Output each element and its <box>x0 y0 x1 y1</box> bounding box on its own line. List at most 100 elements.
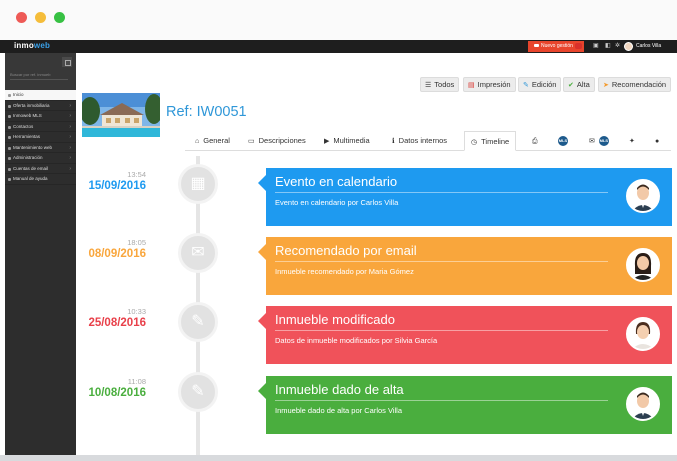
alta-button[interactable]: ✔ Alta <box>563 77 595 92</box>
chevron-right-icon: › <box>69 123 71 130</box>
briefcase-icon[interactable]: ▣ <box>593 42 599 49</box>
minimize-window-button[interactable] <box>35 12 46 23</box>
clock-icon: ◷ <box>471 139 478 146</box>
settings-icon[interactable]: ✲ <box>615 42 620 49</box>
timeline-date: 25/08/2016 <box>88 317 146 329</box>
timeline-time: 10:33 <box>127 307 146 316</box>
inbox-icon: ⎙ <box>532 138 538 145</box>
list-icon: ☰ <box>425 82 432 89</box>
tab-timeline[interactable]: ◷ Timeline <box>464 131 517 151</box>
send-icon: ➤ <box>603 82 609 89</box>
edit-icon: ✎ <box>191 313 205 330</box>
property-tabs: ⌂ General ▭ Descripciones ▶ Multimedia ℹ Dat… <box>185 131 671 151</box>
tab-mls[interactable]: MLS <box>558 131 568 151</box>
chevron-right-icon: › <box>69 102 71 109</box>
mls-icon: MLS <box>558 136 568 147</box>
sidebar-item-inicio[interactable]: Inicio <box>5 90 76 101</box>
reference-search-input[interactable]: Buscar por ref. inmueb <box>10 72 68 80</box>
sidebar-item-oferta[interactable]: Oferta inmobiliaria › <box>5 101 76 111</box>
bottom-edge <box>0 455 677 461</box>
timeline-card[interactable]: Inmueble dado de alta Inmueble dado de a… <box>258 376 672 434</box>
home-icon: ⌂ <box>195 138 200 145</box>
timeline-card-description: Inmueble recomendado por Maria Gómez <box>275 267 414 276</box>
timeline-card-title: Recomendado por email <box>275 243 417 258</box>
timeline-card-description: Inmueble dado de alta por Carlos Villa <box>275 406 403 415</box>
cart-icon[interactable]: ◧ <box>605 42 611 49</box>
app-window: inmoweb Nuevo gestión ▣ ◧ ✲ Carlos Villa… <box>0 0 677 461</box>
sidebar-item-manual[interactable]: Manual de ayuda <box>5 174 76 185</box>
timeline-date: 10/08/2016 <box>88 387 146 399</box>
envelope-icon: ✉ <box>191 244 205 261</box>
timeline-card[interactable]: Recomendado por email Inmueble recomenda… <box>258 237 672 295</box>
tab-multimedia[interactable]: ▶ Multimedia <box>324 131 370 151</box>
timeline-card-description: Evento en calendario por Carlos Villa <box>275 198 399 207</box>
timeline-date: 15/09/2016 <box>88 180 146 192</box>
tab-datos-internos[interactable]: ℹ Datos internos <box>392 131 447 151</box>
property-reference: Ref: IW0051 <box>166 104 247 120</box>
timeline-card-description: Datos de inmueble modificados por Silvia… <box>275 336 438 345</box>
mls-icon: MLS <box>598 136 609 147</box>
sidebar-header: Buscar por ref. inmueb <box>5 53 76 90</box>
edit-icon: ✎ <box>191 383 205 400</box>
user-avatar[interactable] <box>624 42 633 51</box>
chevron-right-icon: › <box>69 165 71 172</box>
pin-icon: ✦ <box>629 138 635 145</box>
sidebar: Buscar por ref. inmueb Inicio Oferta inm… <box>5 53 76 461</box>
tab-inbox[interactable]: ⎙ <box>532 131 542 151</box>
collapse-sidebar-button[interactable] <box>62 57 72 67</box>
sidebar-item-mantenimiento[interactable]: Mantenimiento web › <box>5 143 76 153</box>
timeline-marker: ▦ <box>178 164 218 204</box>
timeline-card-title: Evento en calendario <box>275 174 398 189</box>
print-button[interactable]: ▤ Impresión <box>463 77 516 92</box>
chevron-right-icon: › <box>69 144 71 151</box>
info-icon: ℹ <box>392 138 395 145</box>
avatar <box>626 387 660 421</box>
chevron-right-icon: › <box>69 113 71 119</box>
check-icon: ✔ <box>568 82 574 89</box>
sidebar-item-mls[interactable]: Inmoweb MLS › <box>5 111 76 122</box>
avatar <box>626 317 660 351</box>
close-window-button[interactable] <box>16 12 27 23</box>
timeline-time: 18:05 <box>127 238 146 247</box>
all-button[interactable]: ☰ Todos <box>420 77 460 92</box>
property-thumbnail[interactable] <box>82 93 160 137</box>
sidebar-item-contactos[interactable]: Contactos › <box>5 122 76 132</box>
keyboard-icon: ▭ <box>248 138 255 145</box>
notification-badge[interactable] <box>575 43 582 49</box>
window-chrome <box>0 0 677 40</box>
sidebar-item-email[interactable]: Cuentas de email › <box>5 164 76 174</box>
edit-button[interactable]: ✎ Edición <box>518 77 562 92</box>
sidebar-menu: Inicio Oferta inmobiliaria › Inmoweb MLS ›… <box>5 90 76 185</box>
sidebar-item-herramientas[interactable]: Herramientas › <box>5 132 76 143</box>
timeline-card[interactable]: Inmueble modificado Datos de inmueble mo… <box>258 306 672 364</box>
tab-globe[interactable]: ● <box>655 131 663 151</box>
tab-general[interactable]: ⌂ General <box>195 131 230 151</box>
tab-mls-comments[interactable]: ✉ MLS <box>589 131 609 151</box>
timeline-card-title: Inmueble dado de alta <box>275 382 404 397</box>
timeline-time: 13:54 <box>127 170 146 179</box>
timeline-marker: ✎ <box>178 302 218 342</box>
print-icon: ▤ <box>468 82 475 89</box>
video-icon: ▶ <box>324 138 330 145</box>
calendar-icon: ▦ <box>190 175 206 192</box>
timeline-card-title: Inmueble modificado <box>275 312 395 327</box>
timeline-marker: ✎ <box>178 372 218 412</box>
maximize-window-button[interactable] <box>54 12 65 23</box>
timeline-time: 11:08 <box>127 377 146 386</box>
timeline-card[interactable]: Evento en calendario Evento en calendari… <box>258 168 672 226</box>
timeline-marker: ✉ <box>178 233 218 273</box>
comments-icon: ✉ <box>589 138 595 145</box>
recommend-button[interactable]: ➤ Recomendación <box>598 77 672 92</box>
tab-location[interactable]: ✦ <box>629 131 639 151</box>
timeline-date: 08/09/2016 <box>88 248 146 260</box>
avatar <box>626 248 660 282</box>
edit-icon: ✎ <box>523 82 529 89</box>
logo[interactable]: inmoweb <box>14 41 50 50</box>
chevron-right-icon: › <box>69 155 71 161</box>
sidebar-item-administracion[interactable]: Administración › <box>5 153 76 164</box>
user-name[interactable]: Carlos Villa <box>636 43 661 49</box>
globe-icon: ● <box>655 138 660 145</box>
top-bar: inmoweb Nuevo gestión ▣ ◧ ✲ Carlos Villa <box>0 40 677 53</box>
tab-descripciones[interactable]: ▭ Descripciones <box>248 131 306 151</box>
avatar <box>626 179 660 213</box>
